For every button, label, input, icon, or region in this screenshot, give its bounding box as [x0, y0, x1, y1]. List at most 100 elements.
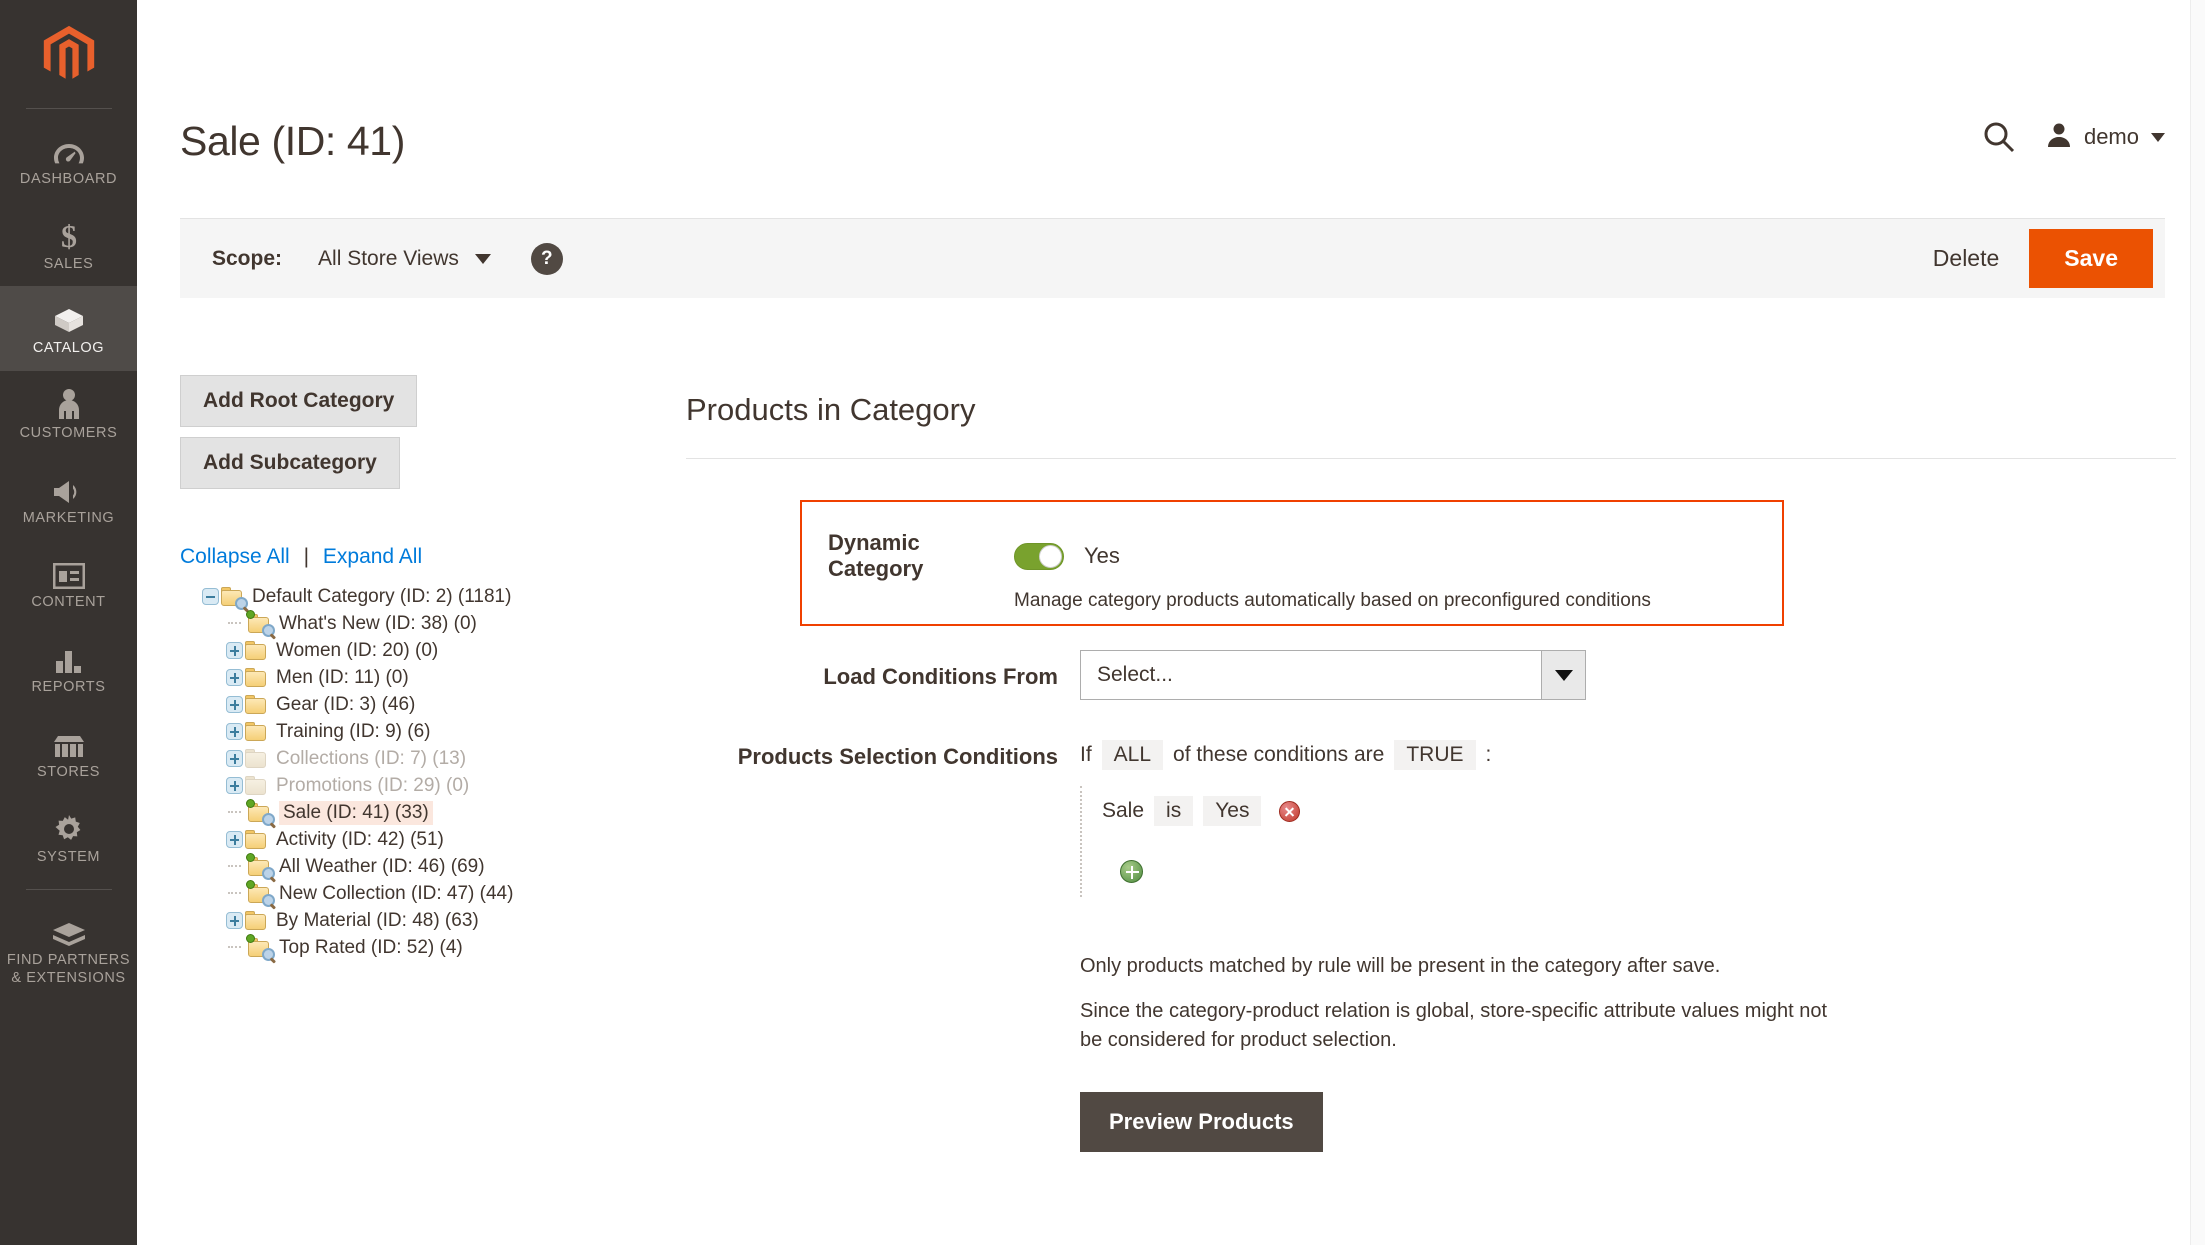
select-dropdown-button[interactable] [1541, 651, 1585, 699]
tree-node[interactable]: Training (ID: 9) (6) [180, 718, 680, 745]
folder-icon [245, 722, 269, 742]
active-status-dot-icon [246, 799, 255, 808]
tree-node-label[interactable]: Gear (ID: 3) (46) [276, 694, 415, 716]
tree-node[interactable]: New Collection (ID: 47) (44) [180, 880, 680, 907]
user-avatar-icon [2046, 122, 2072, 153]
conditions-notes: Only products matched by rule will be pr… [1080, 952, 1840, 1071]
folder-icon [245, 776, 269, 796]
condition-operator[interactable]: is [1154, 796, 1193, 826]
expand-node-icon[interactable] [226, 777, 243, 794]
sidebar-item-reports[interactable]: REPORTS [0, 625, 137, 710]
tree-node-label[interactable]: New Collection (ID: 47) (44) [279, 883, 513, 905]
sidebar-item-find-partners[interactable]: FIND PARTNERS & EXTENSIONS [0, 898, 137, 1000]
scope-value: All Store Views [318, 247, 459, 271]
tree-node-label[interactable]: By Material (ID: 48) (63) [276, 910, 479, 932]
collapse-all-link[interactable]: Collapse All [180, 545, 290, 568]
chevron-down-icon [1555, 670, 1573, 681]
dynamic-category-folder-icon [248, 884, 272, 904]
question-mark-icon[interactable]: ? [531, 243, 563, 275]
partners-box-icon [51, 911, 87, 947]
tree-node-label[interactable]: Training (ID: 9) (6) [276, 721, 431, 743]
search-icon[interactable] [1982, 120, 2016, 154]
expand-node-icon[interactable] [226, 642, 243, 659]
expand-node-icon[interactable] [226, 669, 243, 686]
dynamic-category-row: Dynamic Category Yes [828, 530, 1120, 582]
conditions-mid-text: of these conditions are [1173, 743, 1384, 767]
chevron-down-icon [2151, 133, 2165, 142]
tree-node-label[interactable]: Default Category (ID: 2) (1181) [252, 586, 511, 608]
expand-node-icon[interactable] [226, 912, 243, 929]
dynamic-category-note: Manage category products automatically b… [1014, 590, 1651, 612]
scope-store-view-select[interactable]: All Store Views [318, 247, 491, 271]
load-conditions-select[interactable]: Select... [1080, 650, 1586, 700]
tree-node-label[interactable]: Men (ID: 11) (0) [276, 667, 409, 689]
magnifier-overlay-icon [262, 813, 275, 826]
user-menu[interactable]: demo [2046, 122, 2165, 153]
sidebar-item-catalog[interactable]: CATALOG [0, 286, 137, 371]
delete-button[interactable]: Delete [1903, 231, 2029, 286]
tree-node-label[interactable]: What's New (ID: 38) (0) [279, 613, 477, 635]
tree-node[interactable]: Collections (ID: 7) (13) [180, 745, 680, 772]
tree-node[interactable]: Top Rated (ID: 52) (4) [180, 934, 680, 961]
collapse-node-icon[interactable] [202, 588, 219, 605]
expand-node-icon[interactable] [226, 696, 243, 713]
dynamic-category-toggle[interactable] [1014, 543, 1064, 570]
scope-action-buttons: Delete Save [1903, 229, 2165, 288]
expand-node-icon[interactable] [226, 831, 243, 848]
tree-node[interactable]: Promotions (ID: 29) (0) [180, 772, 680, 799]
tree-node-label[interactable]: Activity (ID: 42) (51) [276, 829, 444, 851]
expand-all-link[interactable]: Expand All [323, 545, 422, 568]
expand-node-icon[interactable] [226, 750, 243, 767]
tree-node[interactable]: Sale (ID: 41) (33) [180, 799, 680, 826]
tree-node[interactable]: By Material (ID: 48) (63) [180, 907, 680, 934]
tree-node-label[interactable]: Promotions (ID: 29) (0) [276, 775, 469, 797]
truth-value-chip[interactable]: TRUE [1394, 740, 1475, 770]
tree-leaf-connector [226, 614, 246, 634]
tree-node[interactable]: Women (ID: 20) (0) [180, 637, 680, 664]
magnifier-overlay-icon [262, 624, 275, 637]
sidebar-item-dashboard[interactable]: DASHBOARD [0, 117, 137, 202]
load-conditions-row: Load Conditions From Select... [686, 650, 1786, 700]
expand-node-icon[interactable] [226, 723, 243, 740]
sidebar-divider-bottom [26, 889, 112, 890]
if-text: If [1080, 743, 1092, 767]
box-icon [51, 299, 87, 335]
tree-node-label[interactable]: Women (ID: 20) (0) [276, 640, 438, 662]
tree-node[interactable]: Activity (ID: 42) (51) [180, 826, 680, 853]
sidebar-item-content[interactable]: CONTENT [0, 540, 137, 625]
tree-node[interactable]: Men (ID: 11) (0) [180, 664, 680, 691]
add-condition-icon[interactable] [1120, 860, 1143, 883]
tree-node[interactable]: Gear (ID: 3) (46) [180, 691, 680, 718]
sidebar-item-marketing[interactable]: MARKETING [0, 456, 137, 541]
add-root-category-button[interactable]: Add Root Category [180, 375, 417, 427]
page-scrollbar[interactable] [2190, 0, 2205, 1245]
sidebar-item-system[interactable]: SYSTEM [0, 795, 137, 880]
tree-node[interactable]: All Weather (ID: 46) (69) [180, 853, 680, 880]
sidebar-item-customers[interactable]: CUSTOMERS [0, 371, 137, 456]
tree-node[interactable]: Default Category (ID: 2) (1181) [180, 583, 680, 610]
condition-attribute[interactable]: Sale [1102, 799, 1144, 823]
tree-node-label[interactable]: Collections (ID: 7) (13) [276, 748, 466, 770]
layout-icon [53, 553, 85, 589]
sidebar-item-stores[interactable]: STORES [0, 710, 137, 795]
tree-node-label[interactable]: All Weather (ID: 46) (69) [279, 856, 485, 878]
tree-node-label[interactable]: Sale (ID: 41) (33) [279, 801, 433, 825]
remove-condition-icon[interactable] [1279, 801, 1300, 822]
add-subcategory-button[interactable]: Add Subcategory [180, 437, 400, 489]
tree-leaf-connector [226, 857, 246, 877]
magento-logo[interactable] [0, 0, 137, 108]
save-button[interactable]: Save [2029, 229, 2153, 288]
preview-products-button[interactable]: Preview Products [1080, 1092, 1323, 1152]
magnifier-overlay-icon [235, 597, 248, 610]
magento-logo-icon [38, 23, 100, 85]
tree-node[interactable]: What's New (ID: 38) (0) [180, 610, 680, 637]
aggregator-chip[interactable]: ALL [1102, 740, 1163, 770]
dynamic-category-folder-icon [248, 614, 272, 634]
sidebar-item-sales[interactable]: $ SALES [0, 202, 137, 287]
load-conditions-label: Load Conditions From [686, 650, 1058, 690]
scope-bar: Scope: All Store Views ? Delete Save [180, 218, 2165, 298]
magnifier-overlay-icon [262, 894, 275, 907]
conditions-builder: If ALL of these conditions are TRUE : Sa… [1080, 740, 1491, 897]
condition-value[interactable]: Yes [1203, 796, 1261, 826]
tree-node-label[interactable]: Top Rated (ID: 52) (4) [279, 937, 463, 959]
